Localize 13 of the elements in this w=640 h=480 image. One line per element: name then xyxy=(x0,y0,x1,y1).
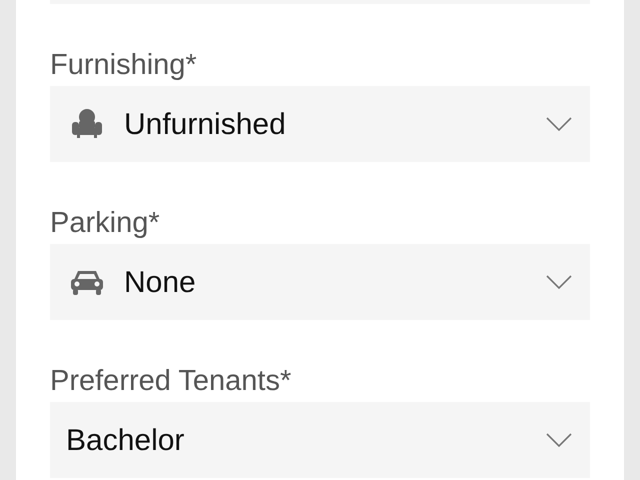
select-field[interactable]: Unfurnished xyxy=(50,86,590,162)
field-label: Furnishing* xyxy=(50,48,198,82)
selected-value: Unfurnished xyxy=(124,106,287,142)
select-field[interactable]: None xyxy=(50,244,590,320)
field-label: Parking* xyxy=(50,206,161,240)
select-field[interactable]: Bachelor xyxy=(50,402,590,478)
chevron-down-icon xyxy=(546,433,572,447)
chevron-down-icon xyxy=(546,117,572,131)
selected-value: Bachelor xyxy=(66,422,186,458)
selected-value: None xyxy=(124,264,197,300)
field-label: Preferred Tenants* xyxy=(50,364,292,398)
chevron-down-icon xyxy=(546,275,572,289)
armchair-icon xyxy=(70,107,104,141)
